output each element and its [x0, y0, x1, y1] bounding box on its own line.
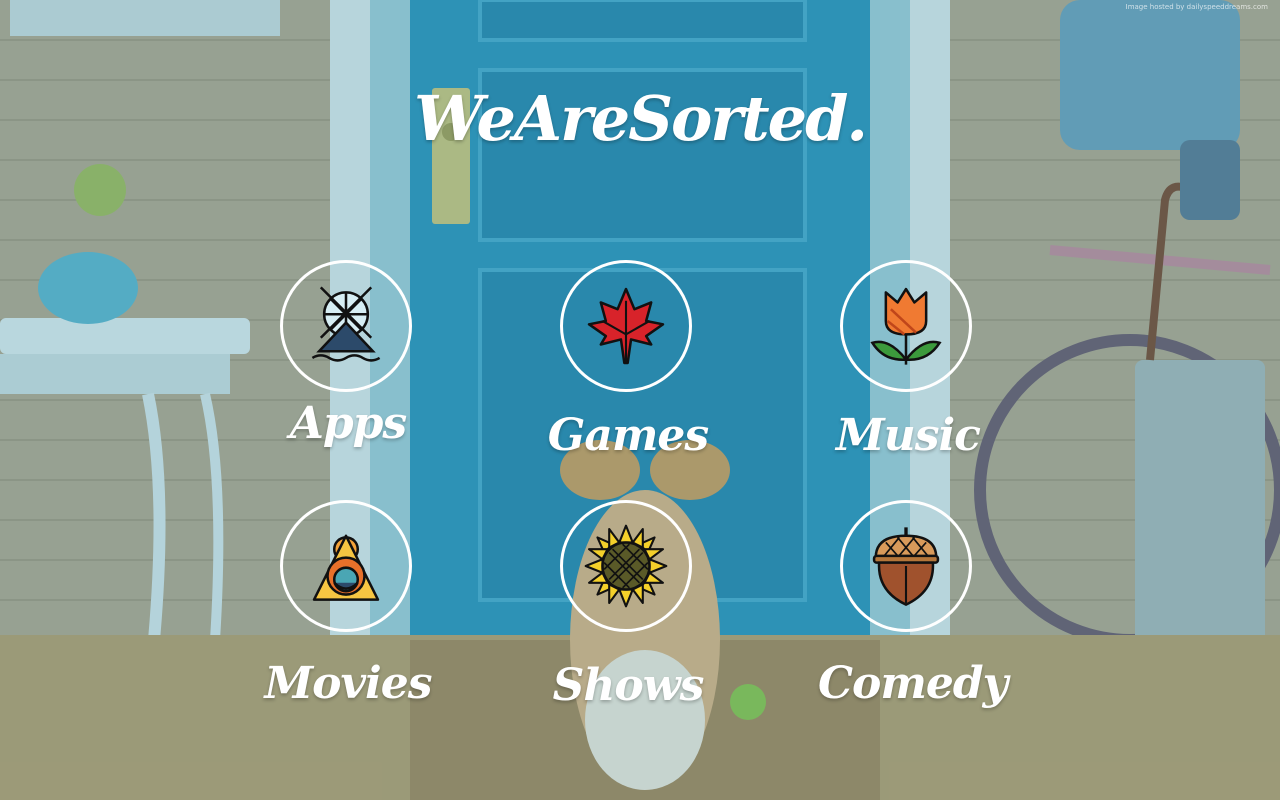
comedy-tile[interactable]: Comedy	[818, 500, 1008, 710]
sunflower-icon	[584, 524, 668, 608]
games-button[interactable]	[560, 260, 692, 392]
music-label: Music	[836, 410, 981, 461]
triangle-face-icon	[312, 534, 380, 601]
movies-button[interactable]	[280, 500, 412, 632]
watermark: Image hosted by dailyspeeddreams.com	[1125, 3, 1268, 11]
apps-button[interactable]	[280, 260, 412, 392]
comedy-label: Comedy	[818, 658, 1008, 709]
tulip-icon	[870, 287, 942, 365]
shows-label: Shows	[552, 660, 705, 711]
app-title: WeAreSorted.	[413, 82, 868, 155]
games-label: Games	[547, 410, 709, 461]
maple-leaf-icon	[587, 287, 665, 365]
movies-label: Movies	[264, 658, 432, 709]
apps-label: Apps	[289, 398, 407, 449]
shows-tile[interactable]: Shows	[538, 500, 718, 711]
movies-tile[interactable]: Movies	[258, 500, 438, 710]
comedy-button[interactable]	[840, 500, 972, 632]
ferris-wheel-icon	[311, 286, 381, 362]
games-tile[interactable]: Games	[538, 260, 718, 470]
music-tile[interactable]: Music	[818, 260, 998, 470]
shows-button[interactable]	[560, 500, 692, 632]
acorn-icon	[872, 527, 940, 607]
apps-tile[interactable]: Apps	[258, 260, 438, 470]
music-button[interactable]	[840, 260, 972, 392]
